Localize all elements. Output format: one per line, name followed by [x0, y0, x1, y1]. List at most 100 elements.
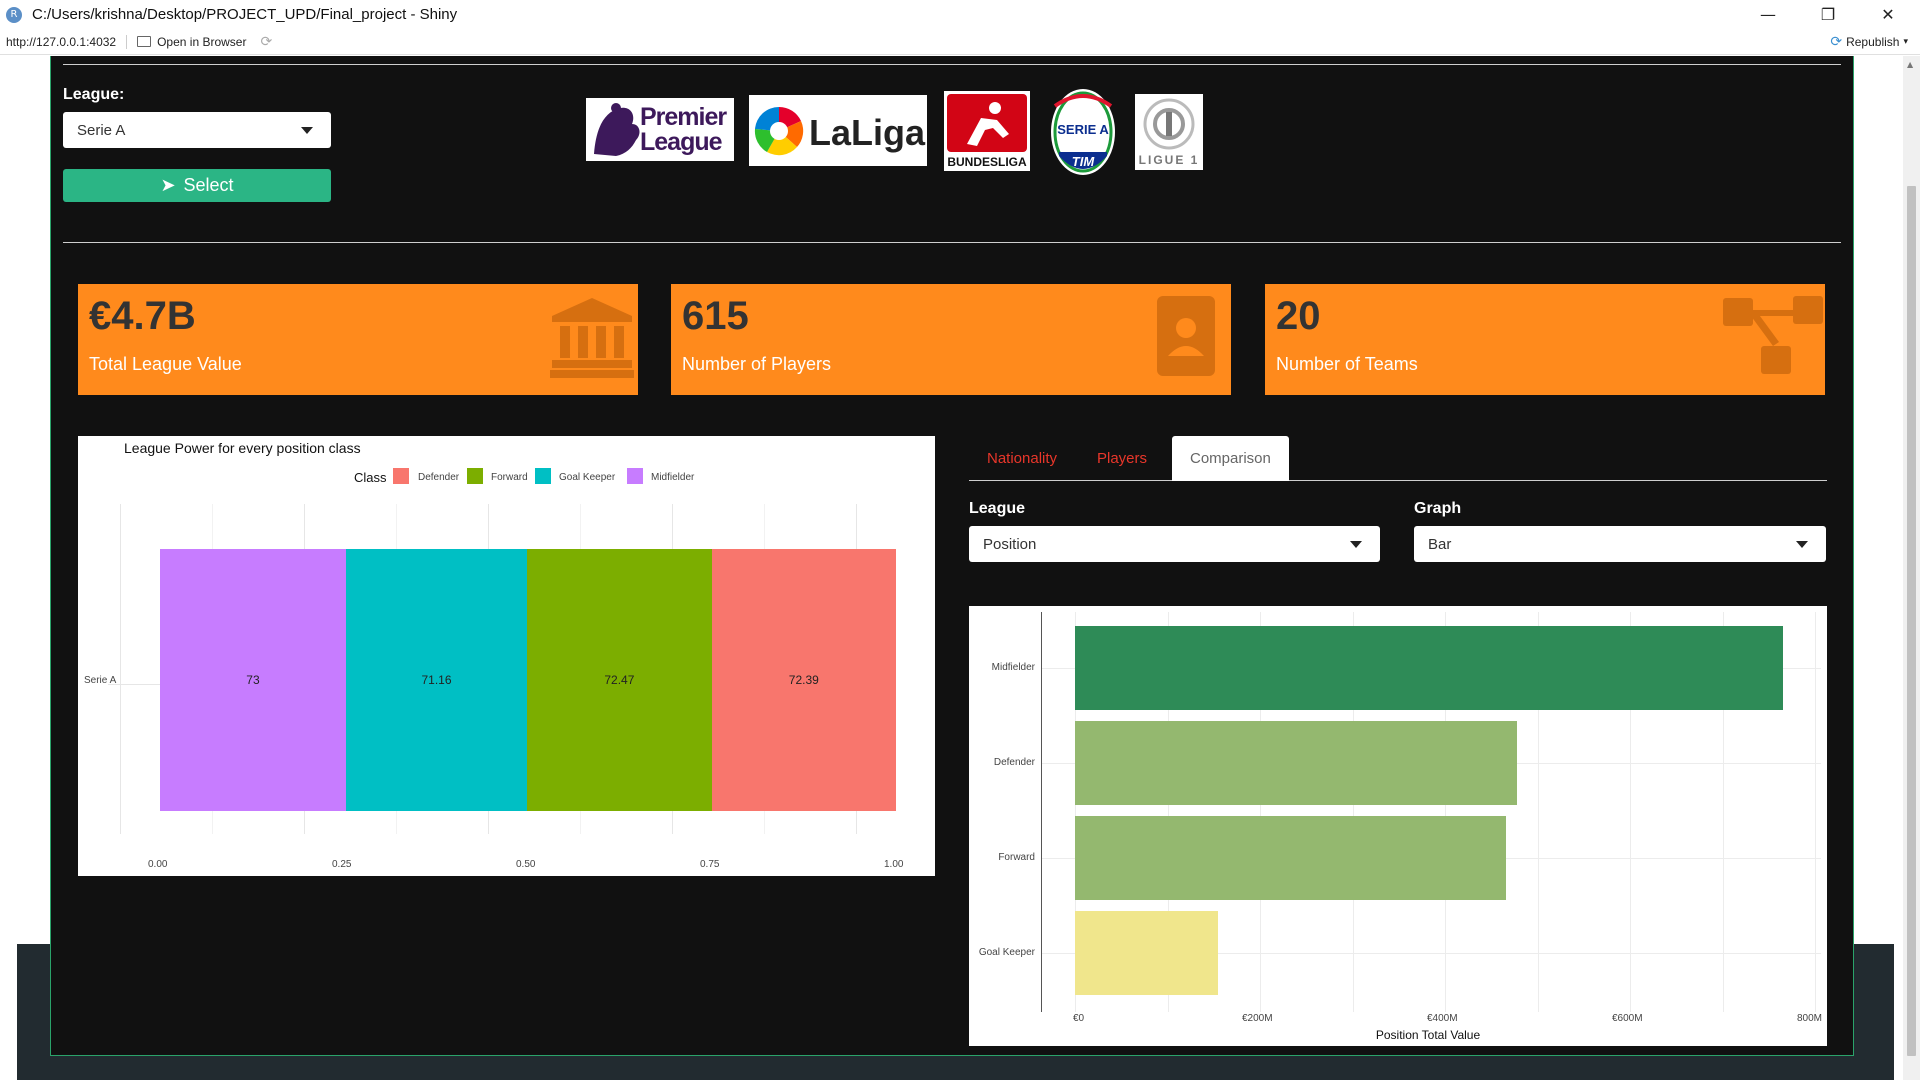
republish-label: Republish — [1846, 34, 1900, 49]
legend-swatch-goal-keeper — [535, 468, 551, 484]
plot-area: Midfielder Defender Forward Goal Keeper €0 €2… — [969, 606, 1827, 1046]
league-power-chart: League Power for every position class Cl… — [78, 436, 935, 876]
viewer-toolbar: http://127.0.0.1:4032 Open in Browser ⟳ … — [0, 29, 1920, 55]
x-tick-label: €200M — [1242, 1013, 1273, 1024]
divider — [63, 64, 1841, 65]
value-box-total-value: €4.7B Total League Value — [78, 284, 638, 395]
legend-title: Class — [354, 470, 387, 485]
legend-swatch-forward — [467, 468, 483, 484]
vertical-scrollbar[interactable]: ▲ — [1903, 56, 1920, 1080]
url-text: http://127.0.0.1:4032 — [6, 34, 128, 49]
select-button-label: Select — [183, 175, 234, 195]
legend-label-forward: Forward — [491, 472, 528, 483]
value-box-number: 20 — [1276, 294, 1321, 338]
browser-window-icon — [137, 36, 152, 47]
bundesliga-logo: BUNDESLIGA — [944, 91, 1030, 171]
league-control-label: League — [969, 500, 1026, 517]
x-tick-label: 800M — [1797, 1013, 1823, 1024]
premier-league-logo: Premier League — [586, 98, 734, 161]
bar-segment-defender: 72.39 — [711, 549, 896, 811]
close-button[interactable]: ✕ — [1860, 0, 1916, 29]
y-tick-label: Serie A — [84, 675, 117, 686]
x-tick-label: €400M — [1427, 1013, 1458, 1024]
main-panel: League: Serie A ➤ Select Premier League — [50, 56, 1854, 1056]
publish-icon: ⟳ — [1830, 33, 1843, 50]
x-tick-label: 1.00 — [884, 859, 904, 870]
y-tick-label: Goal Keeper — [978, 947, 1035, 958]
laliga-ball-icon — [754, 106, 804, 156]
y-tick-label: Defender — [993, 757, 1035, 768]
ligue-1-wordmark: LIGUE 1 — [1138, 153, 1200, 167]
legend-swatch-midfielder — [627, 468, 643, 484]
x-tick-label: 0.00 — [148, 859, 168, 870]
paper-plane-icon: ➤ — [160, 175, 176, 196]
app-viewport: League: Serie A ➤ Select Premier League — [0, 56, 1920, 1080]
open-in-browser-label: Open in Browser — [157, 34, 247, 49]
chart-title: League Power for every position class — [124, 440, 361, 456]
position-value-chart: Midfielder Defender Forward Goal Keeper €0 €2… — [969, 606, 1827, 1046]
chevron-down-icon — [1796, 541, 1808, 548]
x-axis-title: Position Total Value — [1375, 1028, 1481, 1042]
bar-segment-midfielder: 73 — [160, 549, 346, 811]
bar-segment-goal-keeper: 71.16 — [345, 549, 528, 811]
grid-line — [120, 504, 121, 834]
y-tick-label: Midfielder — [991, 662, 1035, 673]
value-box-number: €4.7B — [89, 294, 196, 338]
y-axis-line — [1041, 612, 1042, 1012]
select-button[interactable]: ➤ Select — [63, 169, 331, 202]
ligue-1-ball-icon — [1143, 98, 1195, 150]
tab-nationality[interactable]: Nationality — [987, 436, 1057, 481]
bar-goal-keeper — [1075, 911, 1219, 995]
y-tick-label: Forward — [998, 852, 1035, 863]
value-box-label: Number of Teams — [1276, 354, 1418, 374]
value-box-teams: 20 Number of Teams — [1265, 284, 1825, 395]
value-box-label: Total League Value — [89, 354, 242, 374]
bar-defender — [1075, 721, 1518, 805]
sitemap-icon — [1723, 296, 1823, 374]
bar-forward — [1075, 816, 1507, 900]
premier-league-wordmark-2: League — [640, 128, 723, 156]
league-select[interactable]: Serie A — [63, 112, 331, 148]
scrollbar-thumb[interactable] — [1907, 186, 1916, 1056]
serie-a-wordmark: SERIE A — [1057, 122, 1109, 137]
open-in-browser-button[interactable]: Open in Browser — [137, 35, 246, 49]
bar-midfielder — [1075, 626, 1783, 710]
league-select-value: Position — [983, 535, 1037, 553]
value-box-number: 615 — [682, 294, 749, 338]
grid-line — [1815, 612, 1816, 1012]
bar-segment-forward: 72.47 — [527, 549, 712, 811]
tab-comparison[interactable]: Comparison — [1172, 436, 1289, 481]
ligue-1-logo: LIGUE 1 — [1135, 94, 1203, 170]
restore-button[interactable]: ❐ — [1800, 0, 1856, 29]
serie-a-logo: SERIE A TIM — [1049, 86, 1117, 176]
legend-label-goal-keeper: Goal Keeper — [559, 472, 616, 483]
tab-bar: Nationality Players Comparison — [969, 436, 1827, 481]
legend-swatch-defender — [393, 468, 409, 484]
id-badge-icon — [1157, 296, 1215, 376]
x-tick-label: €600M — [1612, 1013, 1643, 1024]
x-tick-label: 0.25 — [332, 859, 352, 870]
graph-type-select[interactable]: Bar — [1414, 526, 1826, 562]
minimize-button[interactable]: — — [1740, 0, 1796, 29]
chevron-down-icon — [1350, 541, 1362, 548]
title-bar: R C:/Users/krishna/Desktop/PROJECT_UPD/F… — [0, 0, 1920, 29]
x-tick-label: 0.50 — [516, 859, 536, 870]
laliga-logo: LaLiga — [749, 95, 927, 166]
bundesliga-wordmark: BUNDESLIGA — [947, 155, 1027, 169]
graph-control-label: Graph — [1414, 500, 1462, 517]
serie-a-sponsor-text: TIM — [1071, 154, 1095, 169]
league-select-value: Serie A — [77, 121, 126, 139]
league-position-select[interactable]: Position — [969, 526, 1380, 562]
scroll-up-arrow-icon[interactable]: ▲ — [1907, 60, 1913, 69]
chevron-down-icon — [301, 127, 313, 134]
refresh-icon[interactable]: ⟳ — [260, 34, 272, 50]
window-title: C:/Users/krishna/Desktop/PROJECT_UPD/Fin… — [32, 6, 458, 23]
chevron-down-icon: ▾ — [1903, 36, 1908, 46]
x-tick-label: €0 — [1073, 1013, 1085, 1024]
rstudio-icon: R — [6, 6, 22, 23]
divider — [63, 242, 1841, 243]
republish-button[interactable]: ⟳ Republish ▾ — [1830, 34, 1908, 50]
laliga-wordmark: LaLiga — [809, 112, 926, 153]
x-tick-label: 0.75 — [700, 859, 720, 870]
tab-players[interactable]: Players — [1097, 436, 1147, 481]
